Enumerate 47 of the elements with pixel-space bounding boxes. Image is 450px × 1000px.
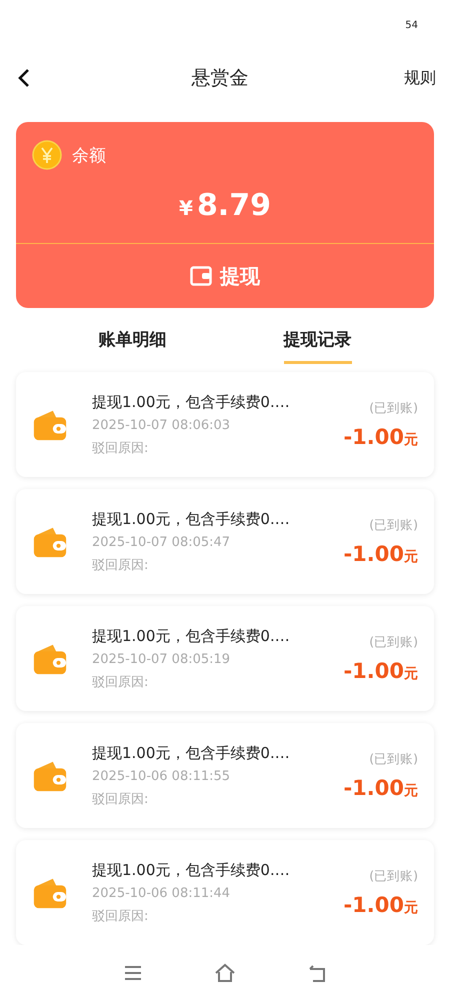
withdrawal-record[interactable]: 提现1.00元，包含手续费0.… 2025-10-06 08:11:44 驳回原因: (已到账) -1.00元	[16, 840, 434, 945]
record-status: (已到账)	[369, 751, 418, 768]
balance-amount: 8.79	[196, 188, 271, 223]
record-status: (已到账)	[369, 400, 418, 417]
withdrawal-record[interactable]: 提现1.00元，包含手续费0.… 2025-10-07 08:05:19 驳回原因: (已到账) -1.00元	[16, 606, 434, 711]
record-time: 2025-10-07 08:06:03	[92, 418, 232, 432]
reject-reason: 驳回原因:	[92, 674, 150, 690]
reject-reason: 驳回原因:	[92, 556, 150, 574]
page-title: 悬赏金	[192, 66, 248, 91]
record-title: 提现1.00元，包含手续费0.…	[92, 510, 291, 528]
withdrawal-record[interactable]: 提现1.00元，包含手续费0.… 2025-10-07 08:06:03 驳回原因: (已到账) -1.00元	[16, 372, 434, 477]
wallet-icon	[190, 266, 212, 286]
tab[interactable]: 提现记录	[284, 328, 352, 364]
reject-reason: 驳回原因:	[92, 790, 150, 808]
balance-label: 余额	[72, 144, 106, 166]
record-title: 提现1.00元，包含手续费0.…	[92, 744, 291, 762]
record-time: 2025-10-06 08:11:44	[92, 886, 232, 900]
amount-unit: 元	[404, 431, 418, 449]
record-status: (已到账)	[369, 868, 418, 885]
record-status: (已到账)	[369, 517, 418, 534]
withdrawal-record[interactable]: 提现1.00元，包含手续费0.… 2025-10-06 08:11:55 驳回原因: (已到账) -1.00元	[16, 723, 434, 828]
amount-unit: 元	[404, 782, 418, 800]
record-title: 提现1.00元，包含手续费0.…	[92, 860, 291, 880]
back-icon[interactable]	[17, 68, 31, 88]
amount-unit: 元	[404, 665, 418, 683]
record-title: 提现1.00元，包含手续费0.…	[92, 626, 291, 646]
record-title: 提现1.00元，包含手续费0.…	[92, 392, 291, 412]
battery-level: 54	[405, 20, 418, 30]
record-amount: -1.00	[343, 425, 404, 449]
record-amount: -1.00	[343, 542, 404, 566]
reject-reason: 驳回原因:	[92, 908, 150, 924]
record-amount: -1.00	[343, 776, 404, 800]
currency-sign: ¥	[179, 196, 193, 220]
home-icon[interactable]	[214, 962, 236, 984]
record-time: 2025-10-06 08:11:55	[92, 768, 232, 784]
record-time: 2025-10-07 08:05:47	[92, 534, 232, 550]
record-amount: -1.00	[343, 893, 404, 917]
tab[interactable]: 账单明细	[98, 328, 166, 364]
amount-unit: 元	[404, 899, 418, 917]
record-status: (已到账)	[369, 634, 418, 651]
record-amount: -1.00	[343, 659, 404, 683]
yen-coin-icon	[32, 140, 62, 170]
amount-unit: 元	[404, 548, 418, 566]
reject-reason: 驳回原因:	[92, 440, 150, 456]
withdrawal-record[interactable]: 提现1.00元，包含手续费0.… 2025-10-07 08:05:47 驳回原因: (已到账) -1.00元	[16, 489, 434, 594]
rules-link[interactable]: 规则	[404, 68, 436, 88]
record-time: 2025-10-07 08:05:19	[92, 652, 232, 666]
